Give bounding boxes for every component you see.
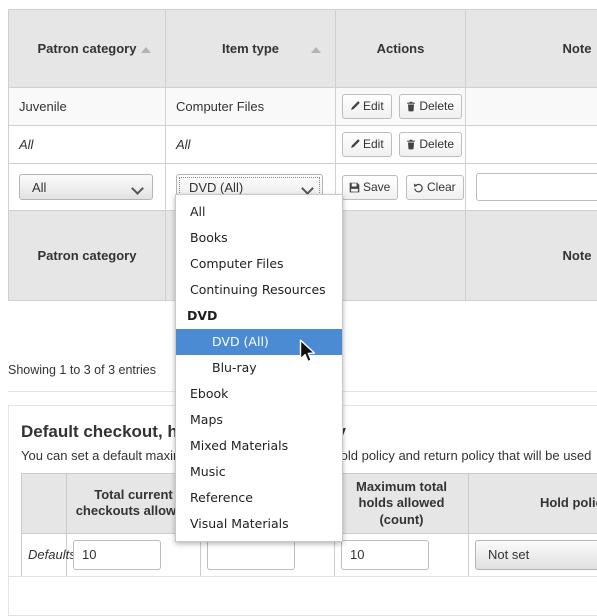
undo-icon (413, 182, 424, 193)
dropdown-option-computer-files[interactable]: Computer Files (176, 251, 342, 277)
cell-row-label: Defaults (22, 533, 67, 576)
dropdown-option-dvd-all[interactable]: DVD (All) (176, 329, 342, 355)
column-header-label: Item type (222, 41, 279, 56)
trash-icon (406, 139, 416, 150)
note-input[interactable] (476, 173, 597, 201)
dropdown-option-mixed-materials[interactable]: Mixed Materials (176, 433, 342, 459)
patron-category-select[interactable]: All (19, 174, 153, 200)
column-header-actions: Actions (336, 10, 466, 88)
footer-header-patron-category: Patron category (9, 211, 166, 301)
cell-max-holds (335, 533, 469, 576)
cell-patron-category-select: All (9, 164, 166, 211)
delete-button[interactable]: Delete (399, 132, 462, 157)
default-col-header-max-holds: Maximum total holds allowed (count) (335, 474, 469, 534)
chevron-down-icon (131, 182, 144, 195)
column-header-label: Patron category (38, 41, 137, 56)
edit-button[interactable]: Edit (342, 132, 392, 157)
save-button-label: Save (363, 180, 390, 194)
dropdown-option-visual-materials[interactable]: Visual Materials (176, 511, 342, 537)
cell-hold-policy: Not set (469, 533, 597, 576)
cell-patron-category: Juvenile (9, 88, 166, 126)
footer-header-label: Note (563, 248, 592, 263)
dropdown-option-blu-ray[interactable]: Blu-ray (176, 355, 342, 381)
default-col-header-blank (22, 474, 67, 534)
next-section-panel (8, 576, 597, 616)
sort-ascending-icon[interactable] (311, 47, 321, 53)
dropdown-option-all[interactable]: All (176, 199, 342, 225)
column-header-label: Actions (377, 41, 425, 56)
rules-header-row: Patron category Item type Actions Note (9, 10, 597, 88)
delete-button[interactable]: Delete (399, 94, 462, 119)
max-holds-input[interactable] (341, 540, 429, 570)
column-header-label: Note (563, 41, 592, 56)
cell-item-type: All (166, 126, 336, 164)
pencil-icon (349, 139, 360, 150)
dropdown-option-music[interactable]: Music (176, 459, 342, 485)
sort-ascending-icon[interactable] (141, 47, 151, 53)
footer-header-label: Patron category (38, 248, 137, 263)
dropdown-option-books[interactable]: Books (176, 225, 342, 251)
column-header-patron-category[interactable]: Patron category (9, 10, 166, 88)
cell-actions: Edit Delete (336, 126, 466, 164)
rules-table-head: Patron category Item type Actions Note (9, 10, 597, 88)
item-type-select-value: DVD (All) (189, 180, 243, 195)
chevron-down-icon (301, 182, 314, 195)
footer-header-note: Note (466, 211, 597, 301)
column-header-item-type[interactable]: Item type (166, 10, 336, 88)
total-checkouts-input[interactable] (73, 540, 161, 570)
item-type-dropdown-list[interactable]: All Books Computer Files Continuing Reso… (175, 194, 343, 542)
table-row: All All Edit Delete (9, 126, 597, 164)
delete-button-label: Delete (419, 99, 454, 113)
cell-item-type: Computer Files (166, 88, 336, 126)
delete-button-label: Delete (419, 137, 454, 151)
cell-note (466, 88, 597, 126)
floppy-disk-icon (349, 182, 360, 193)
default-col-header-hold-policy: Hold policy (469, 474, 597, 534)
edit-button-label: Edit (363, 137, 384, 151)
edit-button-label: Edit (363, 99, 384, 113)
save-button[interactable]: Save (342, 175, 398, 200)
dropdown-option-reference[interactable]: Reference (176, 485, 342, 511)
hold-policy-select[interactable]: Not set (475, 540, 597, 570)
footer-header-actions (336, 211, 466, 301)
cell-patron-category: All (9, 126, 166, 164)
dropdown-option-ebook[interactable]: Ebook (176, 381, 342, 407)
trash-icon (406, 101, 416, 112)
table-row: Juvenile Computer Files Edit Delete (9, 88, 597, 126)
pencil-icon (349, 101, 360, 112)
cell-note-input (466, 164, 597, 211)
edit-button[interactable]: Edit (342, 94, 392, 119)
rules-table-body: Juvenile Computer Files Edit Delete All … (9, 88, 597, 211)
clear-button-label: Clear (427, 180, 456, 194)
cell-actions-edit: Save Clear (336, 164, 466, 211)
cell-actions: Edit Delete (336, 88, 466, 126)
showing-entries-text: Showing 1 to 3 of 3 entries (8, 363, 156, 377)
total-onsite-checkouts-input[interactable] (207, 540, 295, 570)
patron-category-select-value: All (32, 180, 46, 195)
dropdown-group-dvd: DVD (176, 303, 342, 329)
column-header-note: Note (466, 10, 597, 88)
dropdown-option-maps[interactable]: Maps (176, 407, 342, 433)
cell-note (466, 126, 597, 164)
clear-button[interactable]: Clear (406, 175, 464, 200)
dropdown-option-continuing-resources[interactable]: Continuing Resources (176, 277, 342, 303)
